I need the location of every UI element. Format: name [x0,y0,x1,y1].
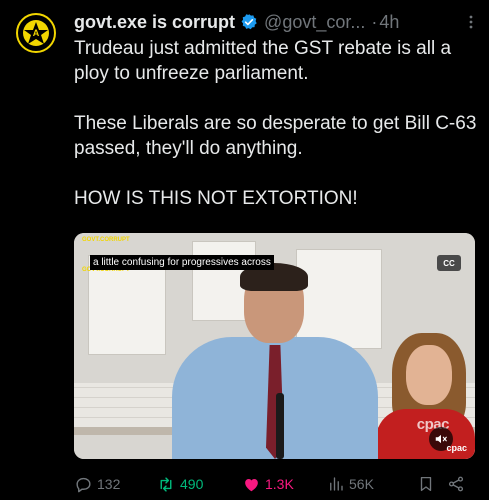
repost-count: 490 [180,476,204,492]
tweet-paragraph: Trudeau just admitted the GST rebate is … [74,38,452,84]
views-button[interactable]: 56K [327,475,417,493]
timestamp[interactable]: 4h [379,12,399,33]
author-handle[interactable]: @govt_cor... [264,12,365,33]
broadcaster-logo: cpac [446,443,467,453]
svg-text:A: A [33,28,40,38]
kitchen-cabinet [296,249,382,349]
views-count: 56K [349,476,374,492]
tweet-header: govt.exe is corrupt @govt_cor... · 4h [74,10,479,34]
bookmark-icon [420,476,432,492]
tweet-paragraph: HOW IS THIS NOT EXTORTION! [74,188,358,209]
avatar-logo-icon: A [23,20,49,46]
closed-captions-button[interactable]: CC [437,255,461,271]
stamp-text-top: GOVT.CORRUPT [82,237,130,243]
like-button[interactable]: 1.3K [242,475,327,494]
repost-icon [160,476,172,492]
reply-count: 132 [97,476,121,492]
share-icon [448,476,464,492]
bookmark-button[interactable] [417,475,447,493]
views-icon [330,477,343,491]
author-name[interactable]: govt.exe is corrupt [74,12,235,33]
verified-badge-icon [240,13,258,31]
like-icon [245,478,258,491]
video-player[interactable]: GOVT.CORRUPT GOVT.CORRUPT a little confu… [74,233,475,459]
share-button[interactable] [447,475,471,493]
tweet-text: Trudeau just admitted the GST rebate is … [74,36,479,211]
avatar[interactable]: A [16,13,56,53]
woman-face [406,345,452,405]
repost-button[interactable]: 490 [156,475,242,494]
separator-dot: · [371,11,378,32]
microphone [276,393,284,459]
tweet-paragraph: These Liberals are so desperate to get B… [74,113,477,159]
like-count: 1.3K [265,476,294,492]
tweet-actions: 132 490 1.3K 56K [74,473,479,495]
reply-icon [76,477,91,492]
reply-button[interactable]: 132 [74,475,156,494]
more-icon[interactable] [463,14,479,30]
video-caption: a little confusing for progressives acro… [90,255,274,270]
